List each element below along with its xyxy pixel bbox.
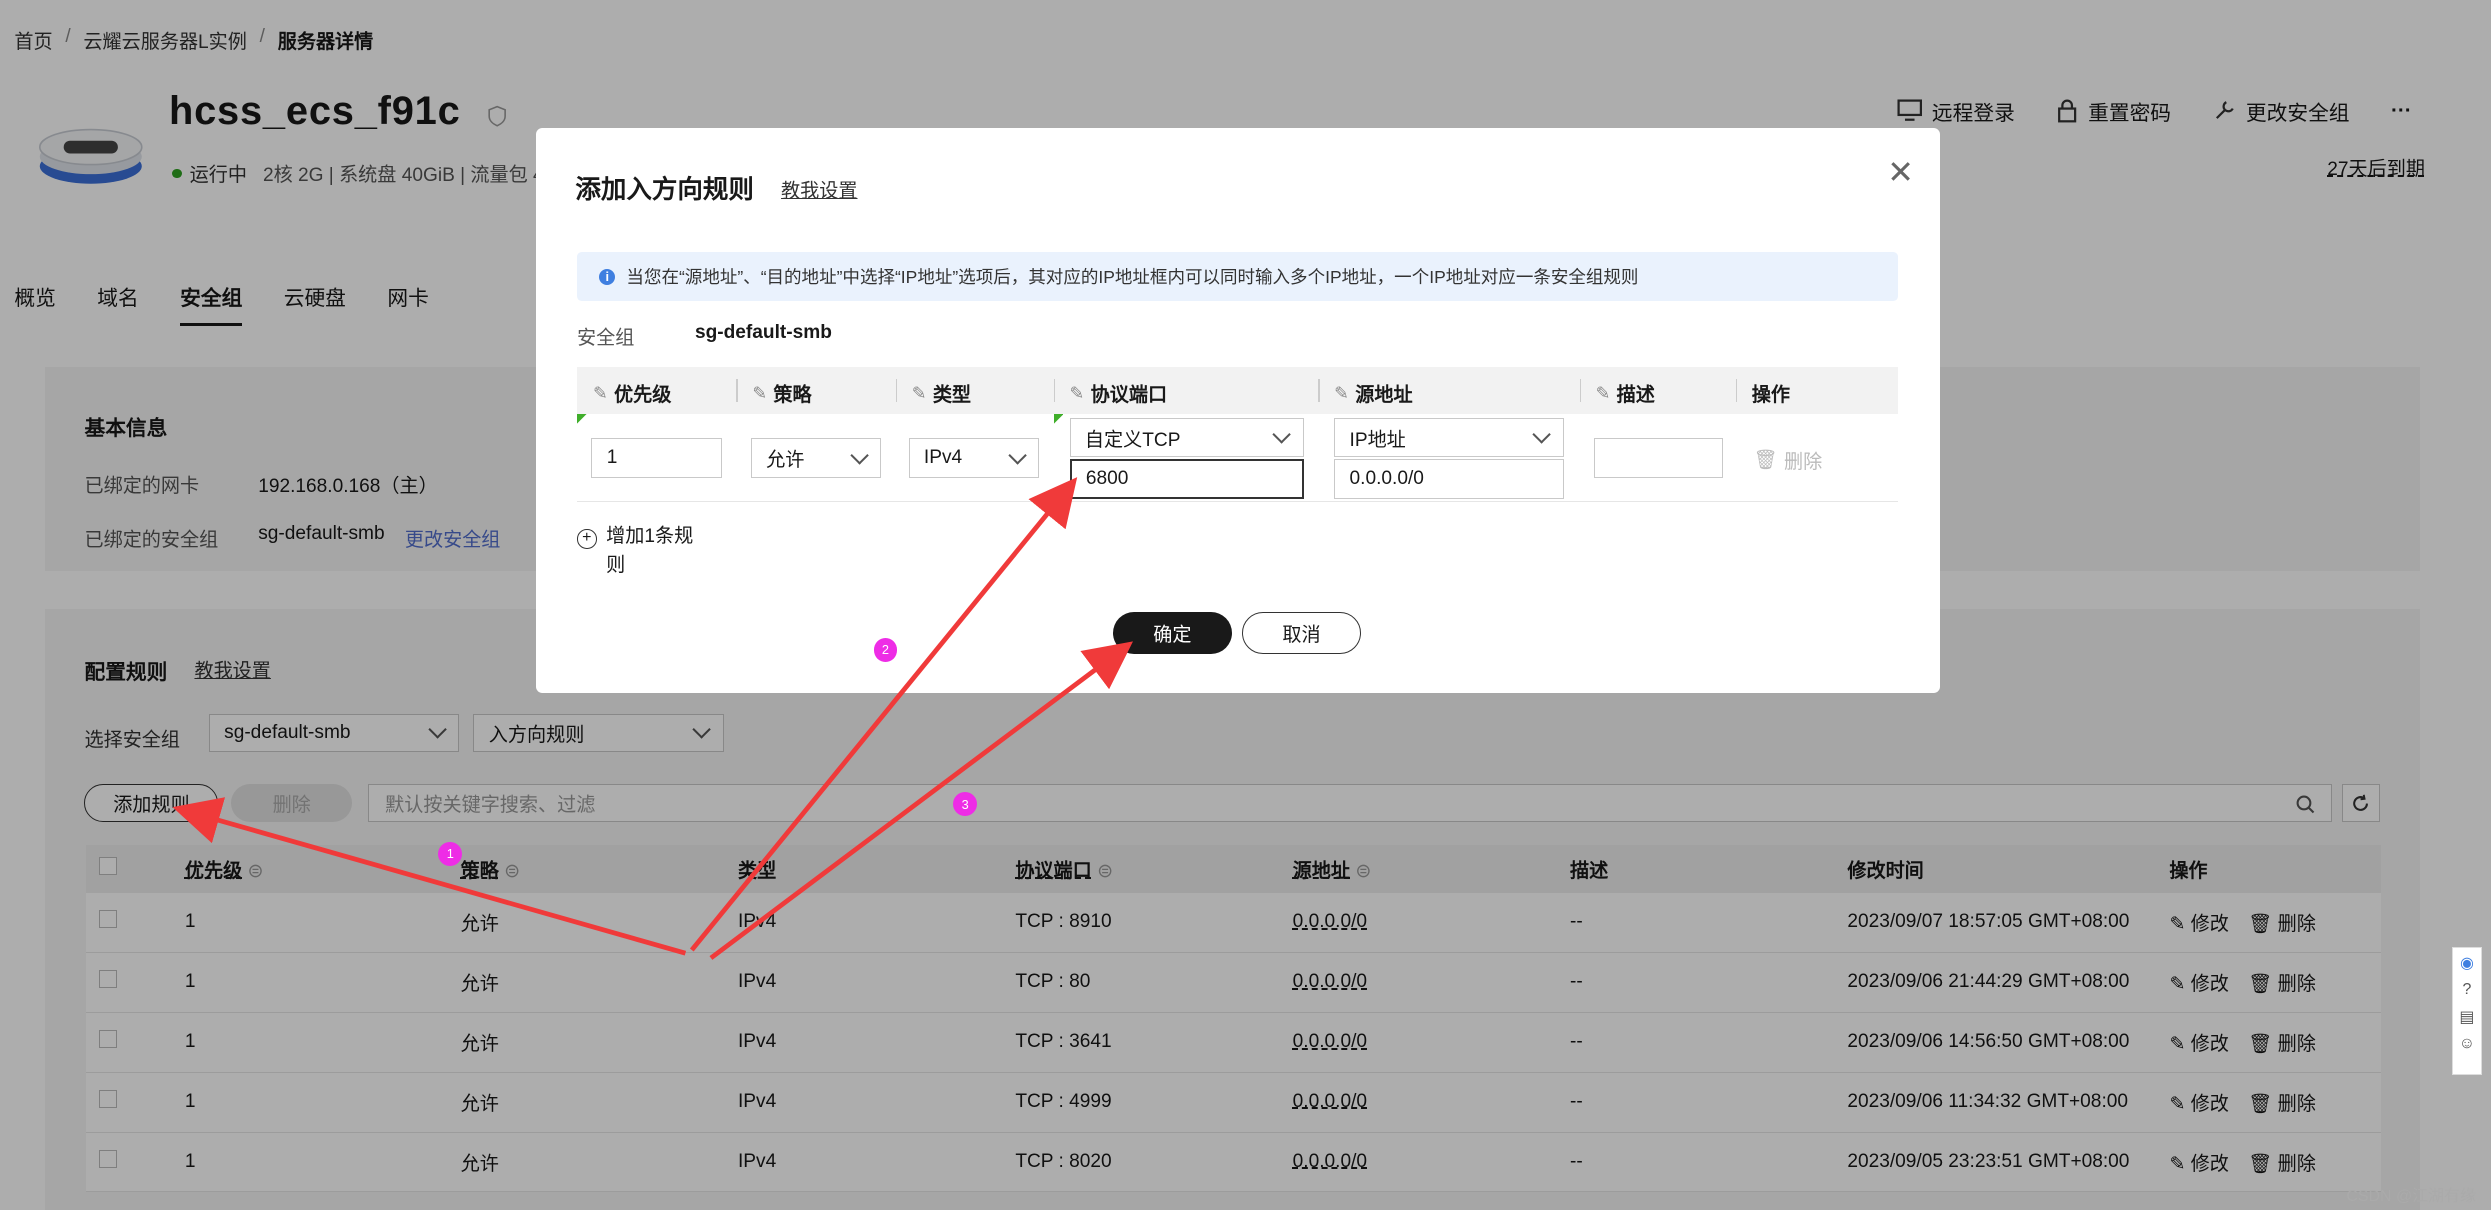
- arrow-to-confirm: [709, 641, 1134, 960]
- feedback-icon[interactable]: ▤: [2459, 1007, 2474, 1027]
- floating-toolbar: ◉ ? ▤ ☺: [2451, 946, 2483, 1075]
- annotation-arrows: [172, 477, 1134, 960]
- step-badge-1: 1: [438, 841, 463, 866]
- arrow-to-port-input: [689, 477, 1078, 952]
- arrow-to-add-rule: [172, 797, 687, 956]
- watermark: CSDN @江湖有缘: [2346, 1187, 2476, 1205]
- headset-icon[interactable]: ◉: [2460, 953, 2474, 973]
- help-icon[interactable]: ?: [2462, 981, 2471, 999]
- page-root: 首页 / 云耀云服务器L实例 / 服务器详情 hcss_ecs_f91c 运行中…: [0, 0, 2492, 1210]
- smile-icon[interactable]: ☺: [2459, 1035, 2475, 1053]
- step-badge-2: 2: [873, 637, 898, 662]
